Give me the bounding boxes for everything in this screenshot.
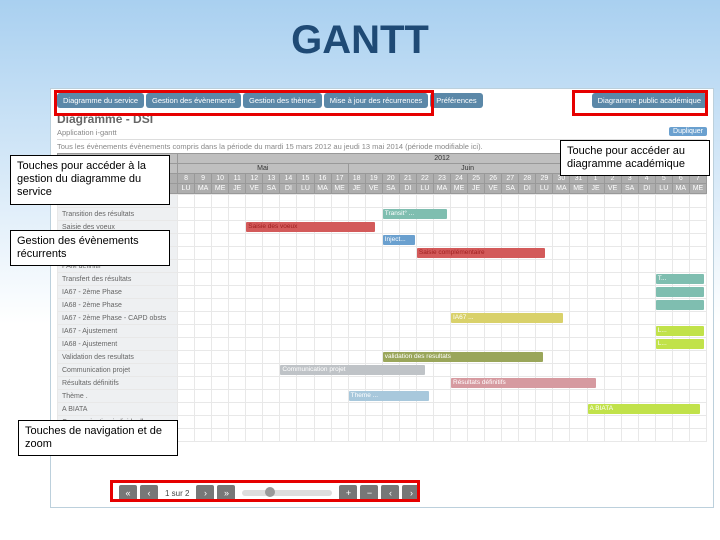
task-label: Communication projet xyxy=(58,364,178,377)
task-label: Résultats définitifs xyxy=(58,377,178,390)
app-tag: Application i-gantt xyxy=(57,128,707,137)
task-label: IA68 - 2ème Phase xyxy=(58,299,178,312)
callout-top-left: Touches pour accéder à la gestion du dia… xyxy=(10,155,170,205)
highlight-nav-right xyxy=(572,90,708,116)
highlight-pager xyxy=(110,480,420,502)
dupliquer-badge[interactable]: Dupliquer xyxy=(669,127,707,136)
task-label: Thème . xyxy=(58,390,178,403)
highlight-nav-left xyxy=(54,90,434,116)
callout-mid-left: Gestion des évènements récurrents xyxy=(10,230,170,266)
task-label: IA67 - 2ème Phase - CAPD obsts xyxy=(58,312,178,325)
month-cell: Mai xyxy=(178,164,349,174)
task-label: Validation des resultats xyxy=(58,351,178,364)
task-label: IA67 - 2ème Phase xyxy=(58,286,178,299)
task-label: Transfert des résultats xyxy=(58,273,178,286)
task-label: Transition des résultats xyxy=(58,208,178,221)
task-label: IA67 - Ajustement xyxy=(58,325,178,338)
callout-bottom-left: Touches de navigation et de zoom xyxy=(18,420,178,456)
nav-preferences[interactable]: Préférences xyxy=(430,93,482,108)
month-cell: Juin xyxy=(348,164,587,174)
task-label: A BIATA xyxy=(58,403,178,416)
page-title: GANTT xyxy=(0,0,720,63)
task-label: IA68 - Ajustement xyxy=(58,338,178,351)
callout-top-right: Touche pour accéder au diagramme académi… xyxy=(560,140,710,176)
